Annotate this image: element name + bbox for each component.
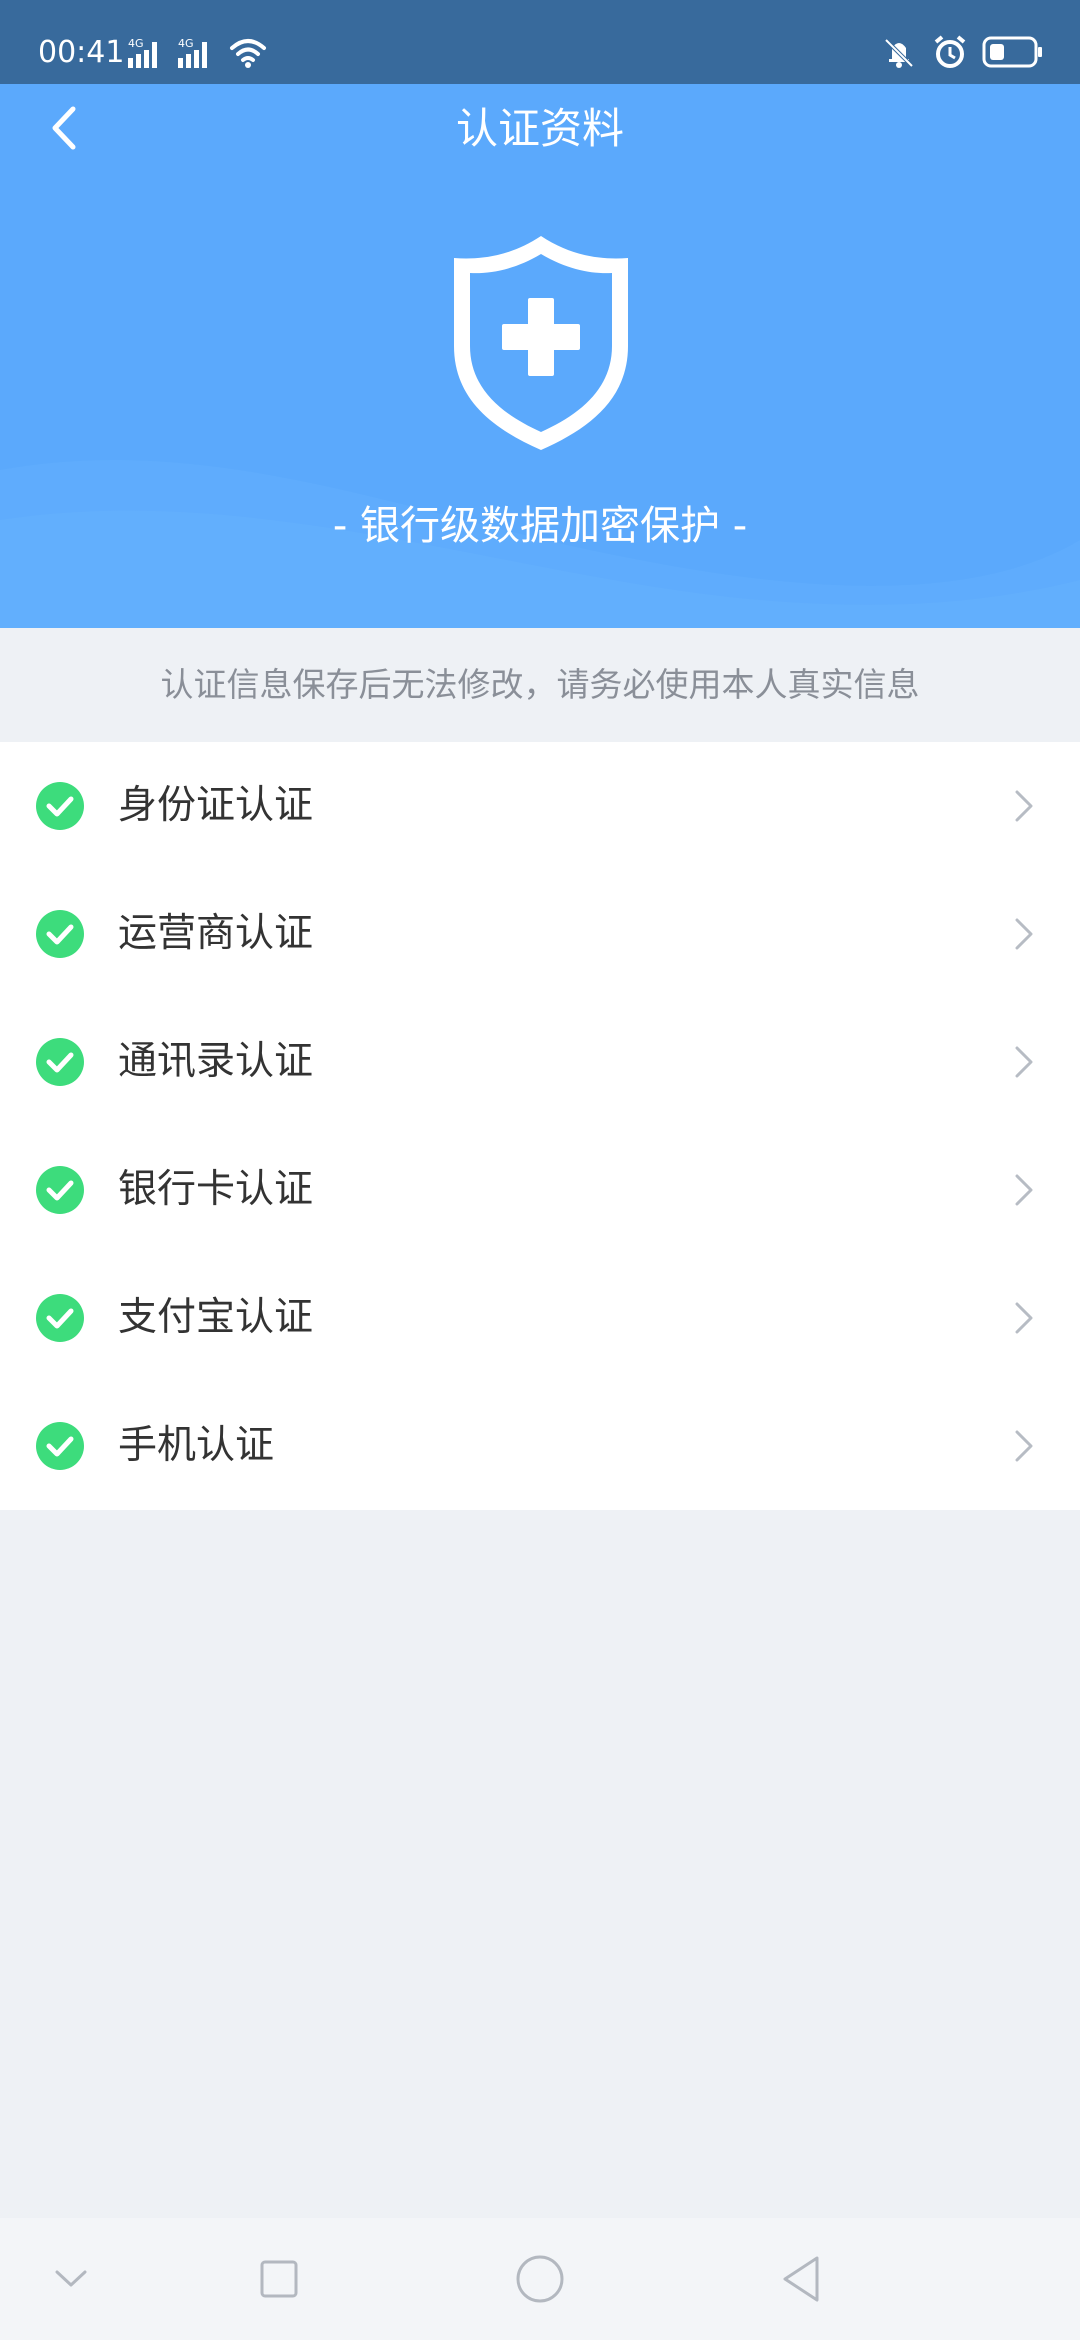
status-time: 00:41 <box>38 35 125 70</box>
mute-vibrate-icon <box>884 38 914 68</box>
alarm-icon <box>934 35 966 68</box>
chevron-right-icon <box>1015 790 1033 822</box>
check-circle-icon <box>36 1038 84 1086</box>
chevron-right-icon <box>1015 1430 1033 1462</box>
check-circle-icon <box>36 782 84 830</box>
home-button[interactable] <box>507 2246 573 2312</box>
chevron-right-icon <box>1015 1046 1033 1078</box>
recents-button[interactable] <box>246 2246 312 2312</box>
shield-plus-icon <box>454 236 628 450</box>
svg-text:4G: 4G <box>178 37 194 50</box>
check-circle-icon <box>36 1166 84 1214</box>
signal-icon: 4G <box>178 37 207 68</box>
wifi-icon <box>230 39 266 68</box>
chevron-right-icon <box>1015 918 1033 950</box>
page-title: 认证资料 <box>455 104 624 153</box>
status-network-group: 4G 4G <box>128 34 268 68</box>
signal-icon: 4G <box>128 37 157 68</box>
hide-keyboard-icon <box>55 2270 87 2287</box>
home-icon <box>516 2255 564 2303</box>
list-item-label: 手机认证 <box>118 1423 275 1468</box>
back-nav-button[interactable] <box>768 2246 834 2312</box>
list-item-phone[interactable]: 手机认证 <box>0 1382 1080 1510</box>
list-item-label: 通讯录认证 <box>118 1039 314 1084</box>
check-circle-icon <box>36 1294 84 1342</box>
battery-icon <box>982 36 1042 68</box>
list-item-label: 身份证认证 <box>118 783 314 828</box>
list-item-carrier[interactable]: 运营商认证 <box>0 870 1080 998</box>
auth-list: 身份证认证 运营商认证 通讯录认证 银行卡认证 支付宝认证 手机认证 <box>0 742 1080 1510</box>
list-item-label: 运营商认证 <box>118 911 314 956</box>
recents-icon <box>260 2260 298 2298</box>
status-bar: 00:41 4G 4G <box>0 0 1080 84</box>
list-item-label: 银行卡认证 <box>118 1167 314 1212</box>
check-circle-icon <box>36 910 84 958</box>
hero-tagline: - 银行级数据加密保护 - <box>332 503 748 549</box>
check-circle-icon <box>36 1422 84 1470</box>
status-system-group <box>880 32 1044 72</box>
svg-text:4G: 4G <box>128 37 144 50</box>
chevron-right-icon <box>1015 1174 1033 1206</box>
chevron-right-icon <box>1015 1302 1033 1334</box>
list-item-bank-card[interactable]: 银行卡认证 <box>0 1126 1080 1254</box>
list-item-alipay[interactable]: 支付宝认证 <box>0 1254 1080 1382</box>
list-item-contacts[interactable]: 通讯录认证 <box>0 998 1080 1126</box>
notice-text: 认证信息保存后无法修改，请务必使用本人真实信息 <box>0 628 1080 742</box>
list-item-id-card[interactable]: 身份证认证 <box>0 742 1080 870</box>
system-nav-bar <box>0 2218 1080 2340</box>
back-icon <box>783 2256 819 2302</box>
hide-keyboard-button[interactable] <box>38 2246 104 2312</box>
list-item-label: 支付宝认证 <box>118 1295 314 1340</box>
